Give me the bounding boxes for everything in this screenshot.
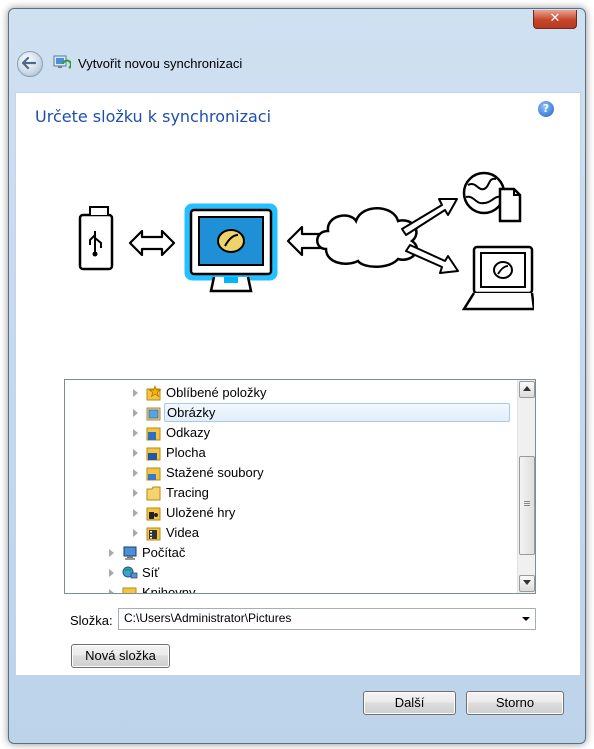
pictures-folder-icon: [146, 407, 161, 421]
scroll-down-button[interactable]: [519, 575, 535, 592]
wizard-title: Vytvořit novou synchronizaci: [78, 56, 243, 71]
back-button[interactable]: [17, 51, 43, 77]
new-folder-button[interactable]: Nová složka: [71, 644, 170, 668]
computer-icon: [123, 546, 137, 560]
tree-item-label: Stažené soubory: [166, 465, 264, 480]
links-folder-icon: [146, 427, 161, 441]
network-icon: [122, 566, 138, 579]
dialog-footer: Další Storno: [9, 681, 585, 743]
computer-monitor-icon: [184, 203, 278, 293]
expand-triangle-icon[interactable]: [109, 549, 114, 557]
libraries-folder-icon: [122, 587, 137, 593]
expand-triangle-icon[interactable]: [133, 429, 138, 437]
tree-item-label: Počítač: [142, 545, 186, 560]
expand-triangle-icon[interactable]: [133, 509, 138, 517]
cancel-button[interactable]: Storno: [466, 691, 564, 715]
expand-triangle-icon[interactable]: [133, 489, 138, 497]
back-arrow-icon: [22, 57, 36, 69]
cloud-icon: [316, 207, 419, 268]
folder-tree[interactable]: Oblíbené položky Obrázky Odkazy Plocha S: [64, 379, 536, 594]
scroll-grip-icon: [524, 501, 530, 502]
tree-item-label: Plocha: [166, 445, 206, 460]
videos-folder-icon: [146, 527, 161, 541]
dialog-window: ✕ Vytvořit novou synchronizaci Určete sl…: [8, 8, 586, 744]
scroll-up-button[interactable]: [519, 381, 535, 398]
folder-label: Složka:: [70, 613, 113, 628]
globe-icon: [462, 171, 522, 223]
expand-triangle-icon[interactable]: [109, 589, 114, 593]
page-heading: Určete složku k synchronizaci: [35, 107, 272, 126]
favorites-star-folder-icon: [146, 385, 162, 401]
tree-item-label: Uložené hry: [166, 505, 236, 520]
desktop-folder-icon: [146, 447, 161, 461]
expand-triangle-icon[interactable]: [133, 409, 138, 417]
scroll-thumb[interactable]: [519, 456, 535, 555]
expand-triangle-icon[interactable]: [133, 449, 138, 457]
title-bar: ✕: [9, 9, 585, 41]
tree-item-label: Oblíbené položky: [166, 385, 267, 400]
tree-item-label: Síť: [142, 565, 160, 580]
laptop-icon: [461, 245, 534, 311]
chevron-up-icon: [523, 386, 531, 391]
expand-triangle-icon[interactable]: [109, 569, 114, 577]
folder-icon: [146, 486, 161, 501]
tree-scrollbar[interactable]: [517, 380, 535, 593]
chevron-down-icon[interactable]: [522, 617, 530, 621]
saved-games-folder-icon: [146, 507, 161, 521]
tree-item-label: Odkazy: [166, 425, 211, 440]
sync-wizard-icon: [53, 55, 71, 69]
expand-triangle-icon[interactable]: [133, 469, 138, 477]
usb-drive-icon: [78, 206, 114, 271]
downloads-folder-icon: [146, 467, 161, 481]
folder-path-combobox[interactable]: C:\Users\Administrator\Pictures: [118, 608, 536, 630]
folder-path-value[interactable]: C:\Users\Administrator\Pictures: [124, 611, 291, 625]
tree-item-label: Obrázky: [164, 403, 510, 422]
content-panel: Určete složku k synchronizaci ? Oblíbené…: [15, 92, 581, 676]
tree-item-label: Tracing: [166, 485, 209, 500]
wizard-header: Vytvořit novou synchronizaci: [9, 47, 585, 83]
tree-item-label: Videa: [166, 525, 200, 540]
sync-illustration: [78, 171, 534, 311]
chevron-down-icon: [523, 580, 531, 585]
next-button[interactable]: Další: [363, 691, 456, 715]
expand-triangle-icon[interactable]: [133, 529, 138, 537]
tree-item-label: Knihovny: [142, 585, 196, 594]
expand-triangle-icon[interactable]: [133, 389, 138, 397]
help-icon[interactable]: ?: [538, 101, 554, 117]
double-arrow-icon: [128, 229, 176, 257]
close-button[interactable]: ✕: [533, 10, 577, 29]
